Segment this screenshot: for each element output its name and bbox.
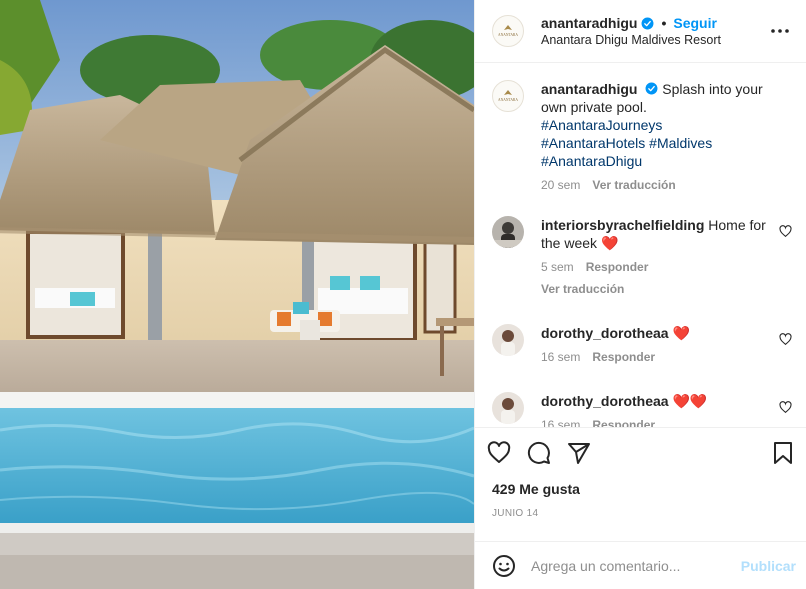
caption-author-avatar[interactable]: ANANTARA	[492, 80, 524, 112]
comment-time[interactable]: 16 sem	[541, 418, 580, 427]
comment-like-heart-icon[interactable]	[779, 225, 792, 238]
comment-time[interactable]: 5 sem	[541, 260, 574, 274]
separator-dot: •	[661, 15, 667, 31]
reply-button[interactable]: Responder	[592, 350, 655, 364]
bookmark-icon[interactable]	[754, 433, 794, 473]
comment-time[interactable]: 16 sem	[541, 350, 580, 364]
svg-text:ANANTARA: ANANTARA	[498, 98, 518, 102]
comment-composer: Publicar	[475, 541, 806, 589]
author-username[interactable]: anantaradhigu	[541, 15, 637, 31]
resort-villa-image	[0, 0, 474, 589]
commenter-avatar[interactable]	[492, 392, 524, 424]
follow-button[interactable]: Seguir	[673, 15, 717, 31]
share-icon[interactable]	[567, 433, 607, 473]
comment-emoji: ❤️	[600, 235, 619, 251]
comment-item: dorothy_dorotheaa ❤️ 16 sem Responder	[492, 324, 792, 364]
comment-username[interactable]: interiorsbyrachelfielding	[541, 217, 704, 233]
post-location[interactable]: Anantara Dhigu Maldives Resort	[541, 33, 768, 47]
anantara-logo-icon: ANANTARA	[498, 25, 518, 37]
translate-button[interactable]: Ver traducción	[592, 178, 675, 192]
post-header: ANANTARA anantaradhigu • Seguir Anantara…	[475, 0, 806, 63]
likes-count[interactable]: 429 Me gusta	[475, 481, 806, 497]
heart-icon[interactable]	[487, 433, 527, 473]
commenter-avatar[interactable]	[492, 324, 524, 356]
reply-button[interactable]: Responder	[586, 260, 649, 274]
instagram-post: ANANTARA anantaradhigu • Seguir Anantara…	[0, 0, 806, 589]
publish-button[interactable]: Publicar	[741, 558, 796, 574]
post-photo[interactable]	[0, 0, 474, 589]
more-options-icon[interactable]	[768, 19, 792, 43]
translate-button[interactable]: Ver traducción	[541, 282, 772, 296]
hashtag-link[interactable]: #AnantaraJourneys	[541, 116, 792, 134]
comment-username[interactable]: dorothy_dorotheaa	[541, 325, 669, 341]
caption-time[interactable]: 20 sem	[541, 178, 580, 192]
author-avatar[interactable]: ANANTARA	[492, 15, 524, 47]
comment-like-heart-icon[interactable]	[779, 401, 792, 414]
reply-button[interactable]: Responder	[592, 418, 655, 427]
caption: ANANTARA anantaradhigu Splash into your …	[492, 80, 792, 192]
comment-icon[interactable]	[527, 433, 567, 473]
verified-badge-icon	[642, 17, 654, 29]
svg-text:ANANTARA: ANANTARA	[498, 33, 518, 37]
comment-like-heart-icon[interactable]	[779, 333, 792, 346]
action-bar	[475, 428, 806, 478]
hashtag-link[interactable]: #AnantaraHotels #Maldives	[541, 134, 792, 152]
comment-item: dorothy_dorotheaa ❤️❤️ 16 sem Responder	[492, 392, 792, 427]
commenter-avatar[interactable]	[492, 216, 524, 248]
comment-item: interiorsbyrachelfielding Home for the w…	[492, 216, 792, 296]
header-text: anantaradhigu • Seguir Anantara Dhigu Ma…	[541, 15, 768, 47]
comment-emoji: ❤️❤️	[672, 393, 708, 409]
comment-username[interactable]: dorothy_dorotheaa	[541, 393, 669, 409]
anantara-logo-icon: ANANTARA	[498, 90, 518, 102]
post-side-panel: ANANTARA anantaradhigu • Seguir Anantara…	[474, 0, 806, 589]
hashtag-link[interactable]: #AnantaraDhigu	[541, 152, 792, 170]
post-date[interactable]: JUNIO 14	[475, 508, 806, 519]
verified-badge-icon	[645, 82, 658, 95]
caption-username[interactable]: anantaradhigu	[541, 81, 637, 97]
emoji-icon[interactable]	[492, 554, 516, 578]
comments-list[interactable]: ANANTARA anantaradhigu Splash into your …	[475, 63, 806, 428]
comment-input[interactable]	[531, 557, 741, 574]
comment-emoji: ❤️	[672, 325, 690, 341]
